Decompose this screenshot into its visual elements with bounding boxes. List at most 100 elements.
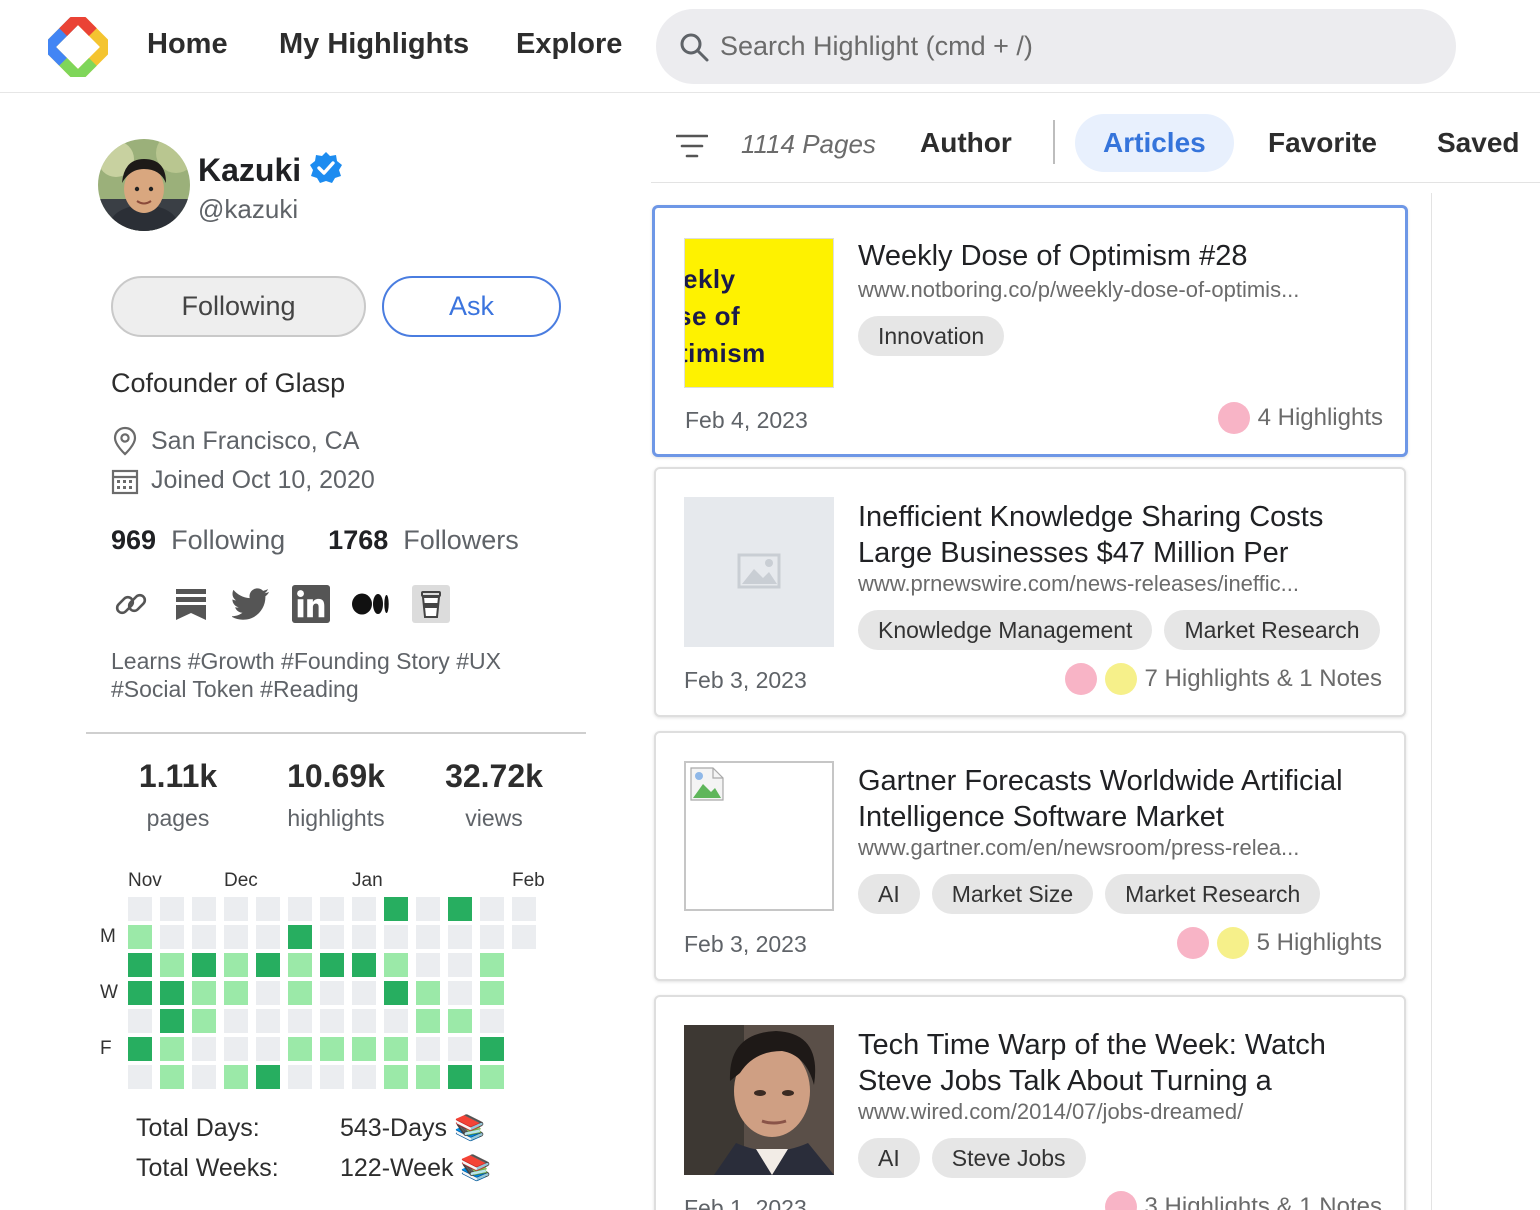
heatmap-cell[interactable] — [480, 1009, 504, 1033]
tag-chip[interactable]: Market Size — [931, 874, 1094, 914]
heatmap-cell[interactable] — [160, 1009, 184, 1033]
heatmap-cell[interactable] — [192, 1037, 216, 1061]
heatmap-cell[interactable] — [256, 981, 280, 1005]
heatmap-cell[interactable] — [416, 897, 440, 921]
heatmap-cell[interactable] — [416, 1065, 440, 1089]
nav-home[interactable]: Home — [147, 28, 228, 61]
heatmap-cell[interactable] — [512, 925, 536, 949]
nav-my-highlights[interactable]: My Highlights — [279, 28, 469, 61]
heatmap-cell[interactable] — [288, 953, 312, 977]
heatmap-cell[interactable] — [224, 897, 248, 921]
heatmap-cell[interactable] — [288, 981, 312, 1005]
heatmap-cell[interactable] — [224, 981, 248, 1005]
heatmap-cell[interactable] — [288, 1065, 312, 1089]
article-card[interactable]: ekly se of timism Weekly Dose of Optimis… — [652, 205, 1408, 457]
heatmap-cell[interactable] — [288, 1037, 312, 1061]
heatmap-cell[interactable] — [320, 981, 344, 1005]
heatmap-cell[interactable] — [448, 925, 472, 949]
heatmap-cell[interactable] — [416, 1037, 440, 1061]
article-url[interactable]: www.wired.com/2014/07/jobs-dreamed/ — [858, 1099, 1358, 1125]
heatmap-cell[interactable] — [288, 897, 312, 921]
heatmap-cell[interactable] — [160, 1037, 184, 1061]
article-title[interactable]: Inefficient Knowledge Sharing Costs Larg… — [858, 499, 1378, 571]
heatmap-cell[interactable] — [352, 1009, 376, 1033]
tag-chip[interactable]: AI — [858, 1138, 920, 1178]
heatmap-cell[interactable] — [224, 925, 248, 949]
search-input[interactable] — [720, 23, 1420, 69]
heatmap-cell[interactable] — [128, 1009, 152, 1033]
glasp-logo[interactable] — [48, 17, 108, 77]
heatmap-cell[interactable] — [192, 953, 216, 977]
heatmap-cell[interactable] — [384, 981, 408, 1005]
heatmap-cell[interactable] — [128, 897, 152, 921]
tag-chip[interactable]: Market Research — [1105, 874, 1321, 914]
heatmap-cell[interactable] — [224, 953, 248, 977]
heatmap-cell[interactable] — [416, 953, 440, 977]
heatmap-cell[interactable] — [352, 897, 376, 921]
heatmap-cell[interactable] — [480, 953, 504, 977]
heatmap-cell[interactable] — [480, 981, 504, 1005]
heatmap-cell[interactable] — [416, 925, 440, 949]
heatmap-cell[interactable] — [352, 981, 376, 1005]
article-card[interactable]: Gartner Forecasts Worldwide Artificial I… — [654, 731, 1406, 981]
heatmap-cell[interactable] — [128, 1037, 152, 1061]
heatmap-cell[interactable] — [448, 1065, 472, 1089]
heatmap-cell[interactable] — [160, 953, 184, 977]
buymeacoffee-icon[interactable] — [412, 585, 450, 623]
heatmap-cell[interactable] — [256, 953, 280, 977]
heatmap-cell[interactable] — [160, 925, 184, 949]
heatmap-cell[interactable] — [192, 897, 216, 921]
heatmap-cell[interactable] — [416, 981, 440, 1005]
heatmap-cell[interactable] — [256, 925, 280, 949]
heatmap-cell[interactable] — [384, 953, 408, 977]
heatmap-cell[interactable] — [480, 1065, 504, 1089]
heatmap-cell[interactable] — [480, 897, 504, 921]
link-icon[interactable] — [112, 585, 150, 623]
medium-icon[interactable] — [352, 585, 390, 623]
heatmap-cell[interactable] — [256, 1037, 280, 1061]
heatmap-cell[interactable] — [288, 1009, 312, 1033]
heatmap-cell[interactable] — [224, 1065, 248, 1089]
heatmap-cell[interactable] — [256, 1065, 280, 1089]
tab-favorite[interactable]: Favorite — [1240, 114, 1405, 172]
linkedin-icon[interactable] — [292, 585, 330, 623]
article-url[interactable]: www.gartner.com/en/newsroom/press-relea.… — [858, 835, 1358, 861]
article-url[interactable]: www.notboring.co/p/weekly-dose-of-optimi… — [858, 277, 1358, 303]
heatmap-cell[interactable] — [448, 897, 472, 921]
heatmap-cell[interactable] — [128, 1065, 152, 1089]
heatmap-cell[interactable] — [480, 925, 504, 949]
heatmap-cell[interactable] — [192, 1009, 216, 1033]
heatmap-cell[interactable] — [224, 1009, 248, 1033]
article-title[interactable]: Tech Time Warp of the Week: Watch Steve … — [858, 1027, 1378, 1099]
heatmap-cell[interactable] — [128, 981, 152, 1005]
bookmark-icon[interactable] — [172, 585, 210, 623]
article-title[interactable]: Weekly Dose of Optimism #28 — [858, 238, 1378, 274]
heatmap-cell[interactable] — [352, 1065, 376, 1089]
article-url[interactable]: www.prnewswire.com/news-releases/ineffic… — [858, 571, 1358, 597]
following-button[interactable]: Following — [111, 276, 366, 337]
twitter-icon[interactable] — [232, 585, 270, 623]
heatmap-cell[interactable] — [352, 925, 376, 949]
article-card[interactable]: Tech Time Warp of the Week: Watch Steve … — [654, 995, 1406, 1210]
nav-explore[interactable]: Explore — [516, 28, 622, 61]
ask-button[interactable]: Ask — [382, 276, 561, 337]
heatmap-cell[interactable] — [352, 953, 376, 977]
heatmap-cell[interactable] — [320, 953, 344, 977]
search-bar[interactable] — [656, 9, 1456, 84]
heatmap-cell[interactable] — [256, 897, 280, 921]
heatmap-cell[interactable] — [192, 925, 216, 949]
tag-chip[interactable]: Market Research — [1164, 610, 1380, 650]
followers-stat[interactable]: 1768 Followers — [328, 525, 519, 555]
heatmap-cell[interactable] — [384, 1009, 408, 1033]
tab-articles[interactable]: Articles — [1075, 114, 1234, 172]
heatmap-cell[interactable] — [320, 1065, 344, 1089]
article-title[interactable]: Gartner Forecasts Worldwide Artificial I… — [858, 763, 1378, 835]
tag-chip[interactable]: AI — [858, 874, 920, 914]
heatmap-cell[interactable] — [384, 1065, 408, 1089]
heatmap-cell[interactable] — [256, 1009, 280, 1033]
tag-chip[interactable]: Knowledge Management — [858, 610, 1153, 650]
tab-author[interactable]: Author — [892, 114, 1040, 172]
tag-chip[interactable]: Steve Jobs — [931, 1138, 1086, 1178]
heatmap-cell[interactable] — [128, 925, 152, 949]
tag-chip[interactable]: Innovation — [858, 316, 1005, 356]
